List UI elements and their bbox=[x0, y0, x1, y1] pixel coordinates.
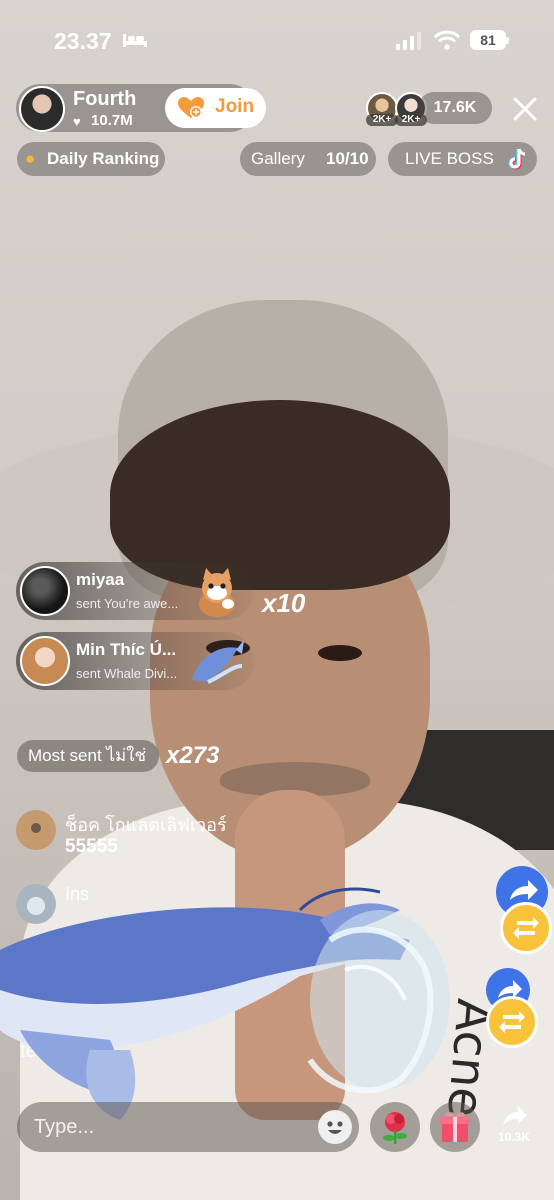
host-name: Fourth bbox=[73, 88, 137, 110]
gift-button[interactable] bbox=[430, 1102, 480, 1152]
wifi-icon bbox=[434, 30, 460, 50]
gifter-avatar[interactable] bbox=[20, 566, 70, 616]
share-button[interactable]: 10.3K bbox=[491, 1100, 537, 1156]
comment-text: 55555 bbox=[65, 836, 118, 857]
heart-icon: ♥ bbox=[73, 114, 81, 129]
most-sent-chip[interactable]: Most sent ไม่ใช่ bbox=[17, 740, 159, 772]
repost-button[interactable] bbox=[500, 902, 552, 954]
gallery-chip[interactable]: Gallery 10/10 bbox=[240, 142, 376, 176]
join-button[interactable]: Join bbox=[165, 88, 266, 128]
host-likes: 10.7M bbox=[91, 112, 133, 129]
flame-icon: ● bbox=[25, 149, 36, 168]
whale-gift-animation bbox=[0, 887, 450, 1120]
commenter-name: ช็อค โกแลตเลิฟเวอร์ bbox=[65, 815, 227, 835]
sleep-icon bbox=[123, 34, 147, 47]
rose-gift-button[interactable] bbox=[370, 1102, 420, 1152]
share-icon bbox=[503, 1106, 527, 1126]
gift-banner[interactable]: Min Thíc Ú... sent Whale Divi... bbox=[16, 632, 254, 690]
share-count: 10.3K bbox=[497, 1130, 531, 1144]
close-icon[interactable] bbox=[510, 94, 540, 124]
repost-button[interactable] bbox=[486, 996, 538, 1048]
gifter-name: Min Thíc Ú... bbox=[76, 640, 177, 659]
whale-gift-icon bbox=[192, 640, 244, 684]
cat-gift-icon bbox=[199, 568, 235, 617]
gift-combo-count: x10 bbox=[262, 588, 306, 618]
gift-message: sent You're awe... bbox=[76, 596, 179, 611]
daily-ranking-label: Daily Ranking bbox=[47, 149, 160, 168]
repost-icon bbox=[499, 1011, 525, 1033]
gallery-count: 10/10 bbox=[326, 149, 369, 168]
emoji-icon[interactable] bbox=[318, 1110, 352, 1144]
rose-icon bbox=[383, 1112, 407, 1144]
cellular-signal-icon bbox=[396, 32, 421, 50]
gift-message: sent Whale Divi... bbox=[76, 666, 178, 681]
gifter-name: miyaa bbox=[76, 570, 125, 589]
viewer-count[interactable]: 17.6K bbox=[418, 92, 492, 124]
host-avatar[interactable] bbox=[19, 86, 65, 132]
battery-indicator: 81 bbox=[470, 30, 509, 50]
host-info[interactable]: Fourth ♥ 10.7M Join bbox=[16, 84, 266, 132]
gifter-avatar[interactable] bbox=[20, 636, 70, 686]
viewer-badge: 2K+ bbox=[366, 114, 398, 126]
status-time: 23.37 bbox=[54, 28, 112, 54]
status-bar: 23.37 81 bbox=[0, 26, 554, 60]
gift-box-icon bbox=[440, 1112, 470, 1142]
gallery-label: Gallery bbox=[251, 149, 305, 168]
repost-icon bbox=[513, 917, 539, 939]
daily-ranking-chip[interactable]: ● Daily Ranking bbox=[17, 142, 165, 176]
heart-plus-icon bbox=[178, 97, 204, 118]
live-boss-label: LIVE BOSS bbox=[405, 149, 494, 168]
comment-input-box[interactable] bbox=[17, 1102, 359, 1152]
comment-input[interactable] bbox=[34, 1112, 314, 1142]
tiktok-icon bbox=[508, 148, 526, 170]
join-label: Join bbox=[215, 96, 255, 117]
top-viewer-avatar[interactable]: 2K+ bbox=[366, 92, 398, 126]
most-sent-count: x273 bbox=[166, 742, 220, 769]
commenter-avatar[interactable] bbox=[16, 810, 56, 850]
gift-banner[interactable]: miyaa sent You're awe... bbox=[16, 562, 254, 620]
right-eye bbox=[318, 645, 362, 661]
live-boss-chip[interactable]: LIVE BOSS bbox=[388, 142, 537, 176]
